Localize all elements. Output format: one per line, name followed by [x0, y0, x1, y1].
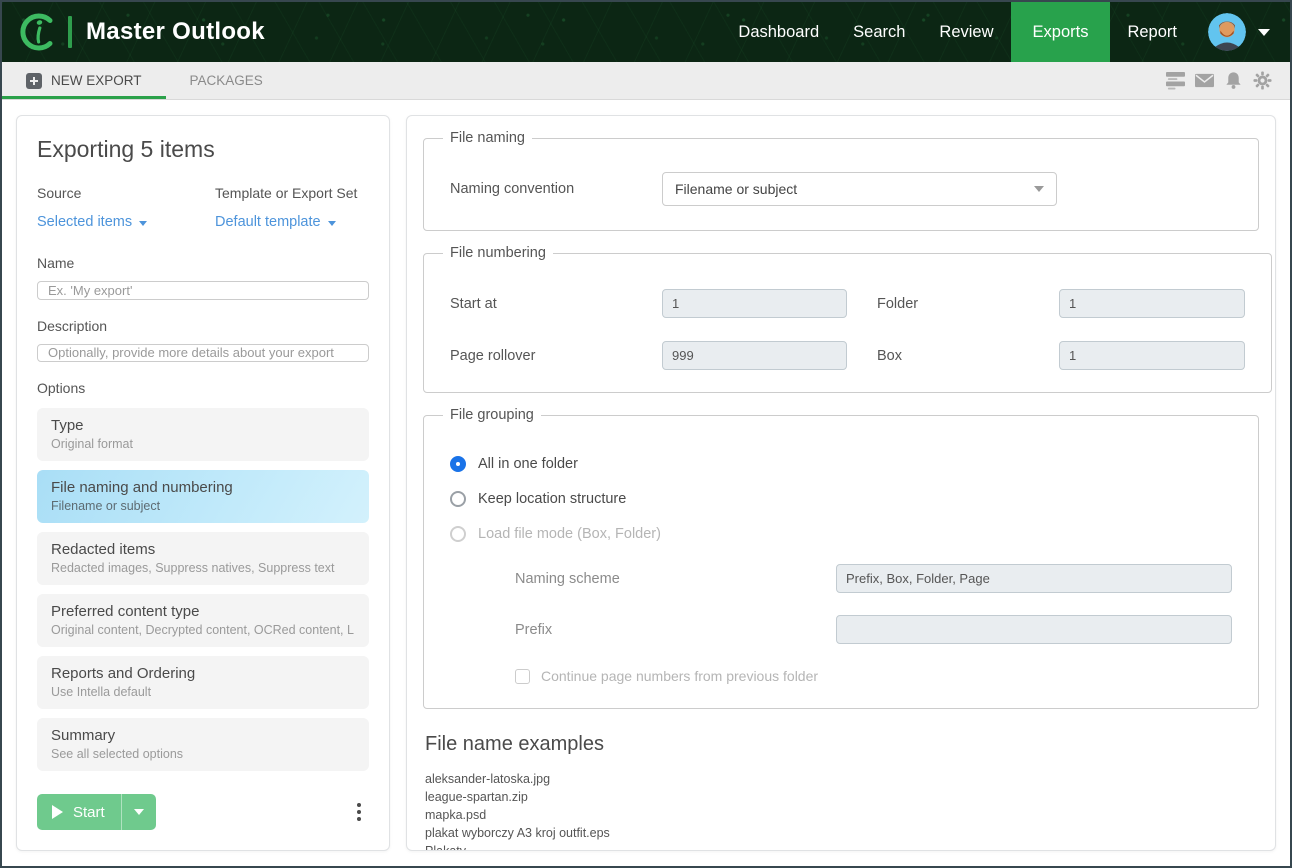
start-at-input[interactable]	[662, 289, 847, 318]
option-redacted-items[interactable]: Redacted items Redacted images, Suppress…	[37, 532, 369, 585]
file-naming-fieldset: File naming Naming convention Filename o…	[423, 130, 1259, 231]
template-dropdown[interactable]: Default template	[215, 214, 336, 230]
tab-bar: NEW EXPORT PACKAGES	[2, 62, 1290, 100]
tab-new-export-label: NEW EXPORT	[51, 73, 142, 88]
example-file: Plakaty	[423, 842, 1259, 851]
prefix-input[interactable]	[836, 615, 1232, 644]
app-logo-icon	[16, 10, 60, 54]
prefix-label: Prefix	[515, 622, 836, 638]
radio-icon	[450, 526, 466, 542]
box-label: Box	[847, 348, 1059, 364]
option-file-naming[interactable]: File naming and numbering Filename or su…	[37, 470, 369, 523]
options-list: Type Original format File naming and num…	[37, 408, 369, 780]
avatar[interactable]	[1208, 13, 1246, 51]
example-file: plakat wyborczy A3 kroj outfit.eps	[423, 824, 1259, 842]
radio-all-in-one-folder[interactable]: All in one folder	[450, 456, 1232, 472]
plus-icon	[26, 73, 42, 89]
file-naming-legend: File naming	[443, 130, 532, 146]
page-rollover-label: Page rollover	[450, 348, 662, 364]
naming-convention-select[interactable]: Filename or subject	[662, 172, 1057, 206]
app-window: Master Outlook Dashboard Search Review E…	[0, 0, 1292, 868]
file-name-examples-list: aleksander-latoska.jpg league-spartan.zi…	[423, 770, 1259, 851]
naming-convention-label: Naming convention	[450, 181, 662, 197]
gear-icon[interactable]	[1253, 71, 1272, 90]
checkbox-icon	[515, 669, 530, 684]
continue-page-numbers-checkbox-row: Continue page numbers from previous fold…	[515, 668, 1232, 684]
file-grouping-fieldset: File grouping All in one folder Keep loc…	[423, 407, 1259, 709]
app-title: Master Outlook	[86, 18, 265, 46]
nav-search[interactable]: Search	[836, 2, 922, 62]
template-label: Template or Export Set	[215, 185, 357, 201]
example-file: aleksander-latoska.jpg	[423, 770, 1259, 788]
tab-new-export[interactable]: NEW EXPORT	[2, 62, 166, 99]
more-options-button[interactable]	[349, 799, 369, 825]
nav-exports[interactable]: Exports	[1011, 2, 1111, 62]
radio-icon	[450, 491, 466, 507]
chevron-down-icon	[139, 221, 147, 226]
options-label: Options	[37, 380, 369, 396]
start-at-label: Start at	[450, 296, 662, 312]
name-input[interactable]	[37, 281, 369, 300]
chevron-down-icon	[1034, 186, 1044, 192]
export-summary-panel: Exporting 5 items Source Selected items …	[16, 115, 390, 851]
logo-divider	[68, 16, 72, 48]
source-label: Source	[37, 185, 215, 201]
name-label: Name	[37, 255, 369, 271]
app-header: Master Outlook Dashboard Search Review E…	[2, 2, 1290, 62]
radio-icon	[450, 456, 466, 472]
file-name-examples-title: File name examples	[423, 733, 1259, 756]
start-options-caret[interactable]	[122, 809, 156, 815]
nav-review[interactable]: Review	[922, 2, 1010, 62]
tabbar-icons	[1166, 62, 1290, 99]
tab-packages-label: PACKAGES	[190, 73, 263, 88]
file-grouping-legend: File grouping	[443, 407, 541, 423]
nav-dashboard[interactable]: Dashboard	[721, 2, 836, 62]
queue-icon[interactable]	[1166, 71, 1185, 90]
example-file: league-spartan.zip	[423, 788, 1259, 806]
example-file: mapka.psd	[423, 806, 1259, 824]
radio-load-file-mode: Load file mode (Box, Folder)	[450, 526, 1232, 542]
file-numbering-fieldset: File numbering Start at Folder Page roll…	[423, 245, 1272, 393]
file-naming-panel: File naming Naming convention Filename o…	[406, 115, 1276, 851]
user-menu-caret-icon	[1258, 29, 1270, 36]
naming-scheme-label: Naming scheme	[515, 571, 836, 587]
content-area: Exporting 5 items Source Selected items …	[2, 100, 1290, 866]
description-input[interactable]	[37, 344, 369, 363]
page-rollover-input[interactable]	[662, 341, 847, 370]
mail-icon[interactable]	[1195, 71, 1214, 90]
naming-scheme-input[interactable]	[836, 564, 1232, 593]
folder-input[interactable]	[1059, 289, 1245, 318]
option-type[interactable]: Type Original format	[37, 408, 369, 461]
description-label: Description	[37, 318, 369, 334]
option-summary[interactable]: Summary See all selected options	[37, 718, 369, 771]
folder-label: Folder	[847, 296, 1059, 312]
nav-report[interactable]: Report	[1110, 2, 1194, 62]
option-preferred-content[interactable]: Preferred content type Original content,…	[37, 594, 369, 647]
play-icon	[52, 805, 63, 819]
option-reports-ordering[interactable]: Reports and Ordering Use Intella default	[37, 656, 369, 709]
chevron-down-icon	[328, 221, 336, 226]
page-title: Exporting 5 items	[37, 136, 369, 163]
source-dropdown[interactable]: Selected items	[37, 214, 147, 230]
user-menu[interactable]	[1194, 13, 1290, 51]
radio-keep-location-structure[interactable]: Keep location structure	[450, 491, 1232, 507]
bell-icon[interactable]	[1224, 71, 1243, 90]
box-input[interactable]	[1059, 341, 1245, 370]
tab-packages[interactable]: PACKAGES	[166, 62, 287, 99]
start-button[interactable]: Start	[37, 794, 156, 830]
file-numbering-legend: File numbering	[443, 245, 553, 261]
main-nav: Dashboard Search Review Exports Report	[721, 2, 1194, 62]
chevron-down-icon	[134, 809, 144, 815]
